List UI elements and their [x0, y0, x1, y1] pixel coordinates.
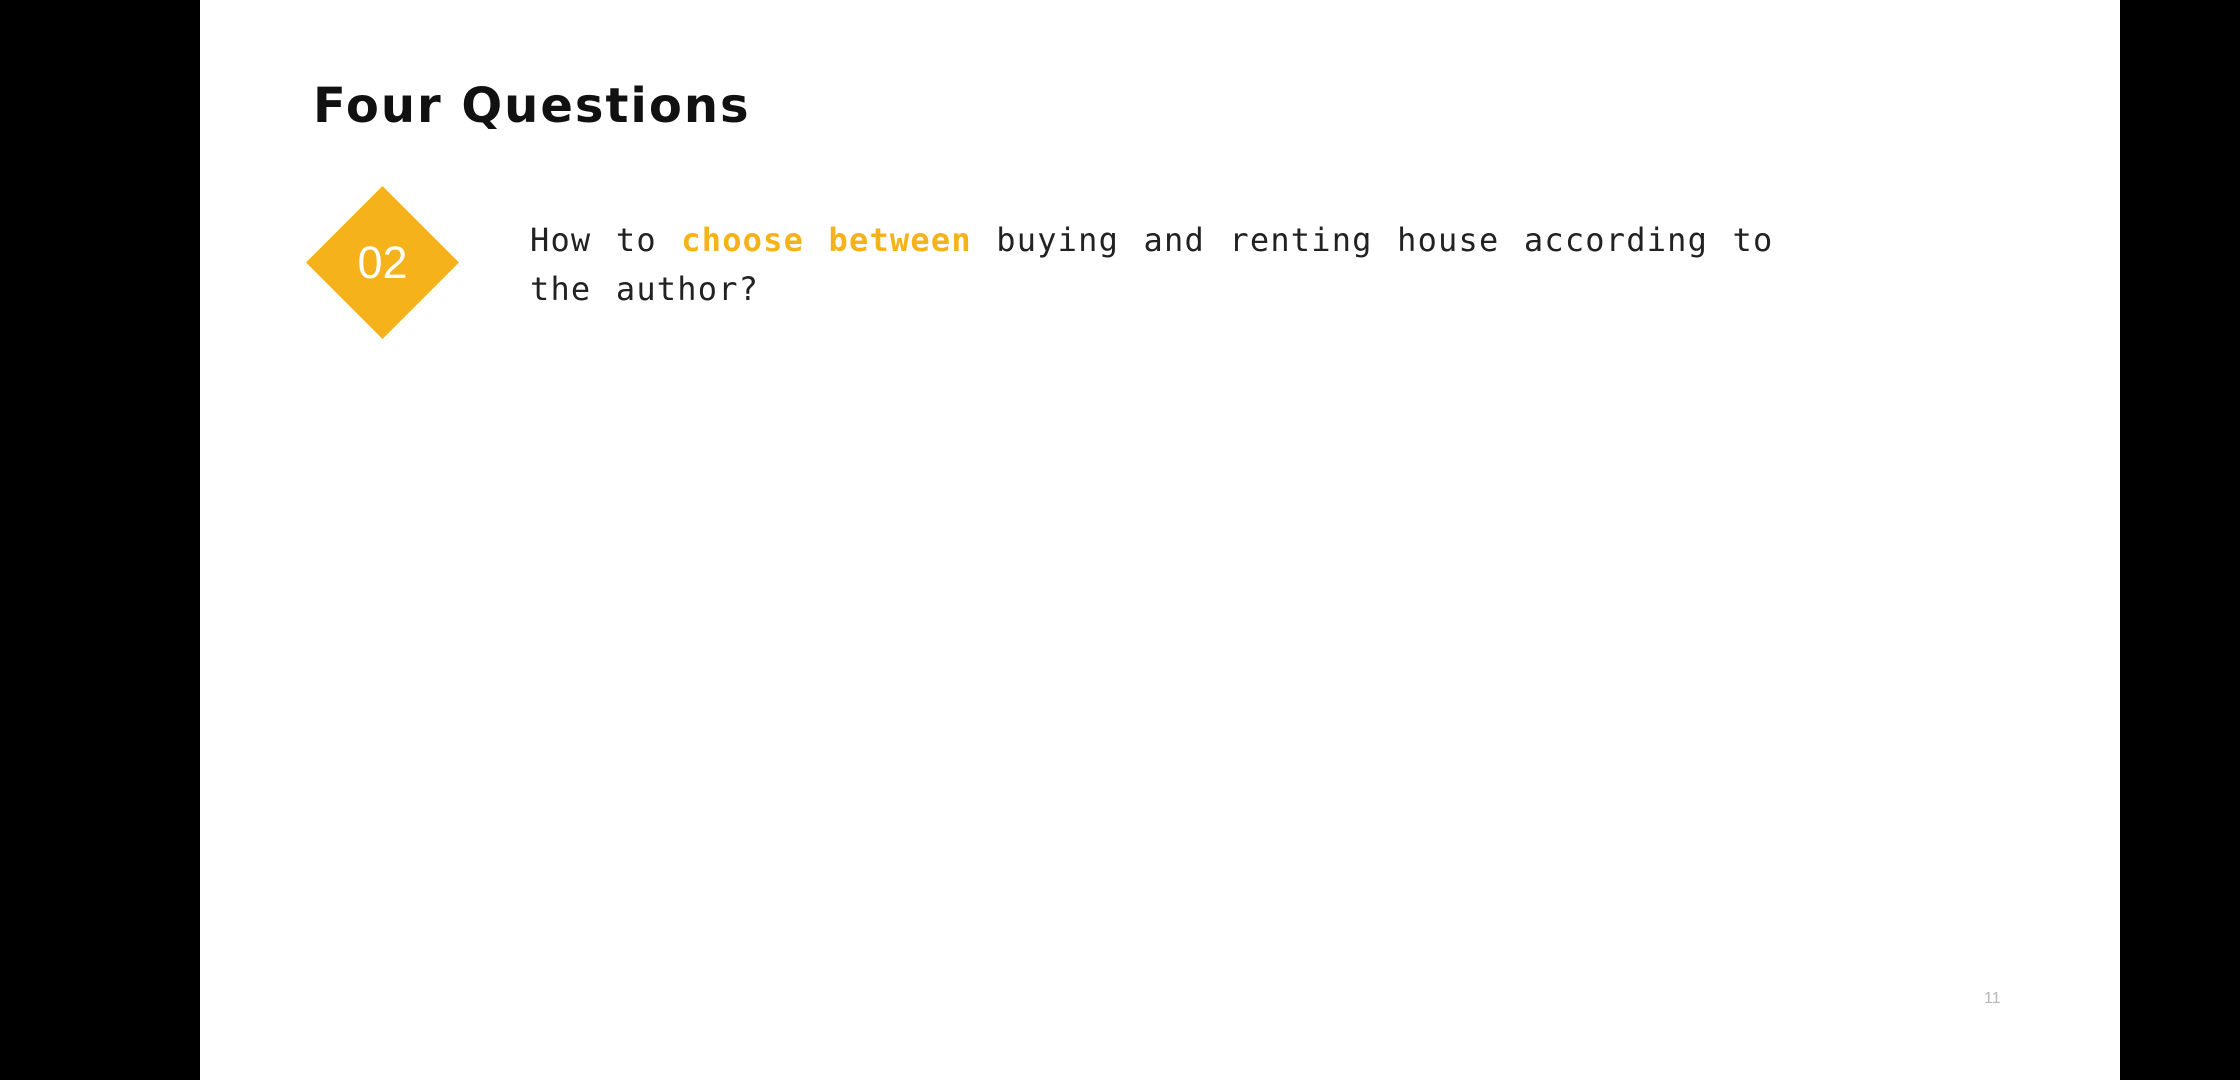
- question-text-start: How to: [530, 221, 682, 259]
- slide-title: Four Questions: [313, 78, 751, 134]
- question-number-badge: 02: [306, 186, 459, 339]
- question-text: How to choose between buying and renting…: [530, 216, 1830, 314]
- badge-number: 02: [357, 237, 408, 288]
- question-highlight: choose between: [681, 221, 972, 259]
- presentation-viewer: Four Questions 02 How to choose between …: [0, 0, 2240, 1080]
- slide: Four Questions 02 How to choose between …: [200, 0, 2120, 1080]
- page-number: 11: [1984, 990, 2001, 1007]
